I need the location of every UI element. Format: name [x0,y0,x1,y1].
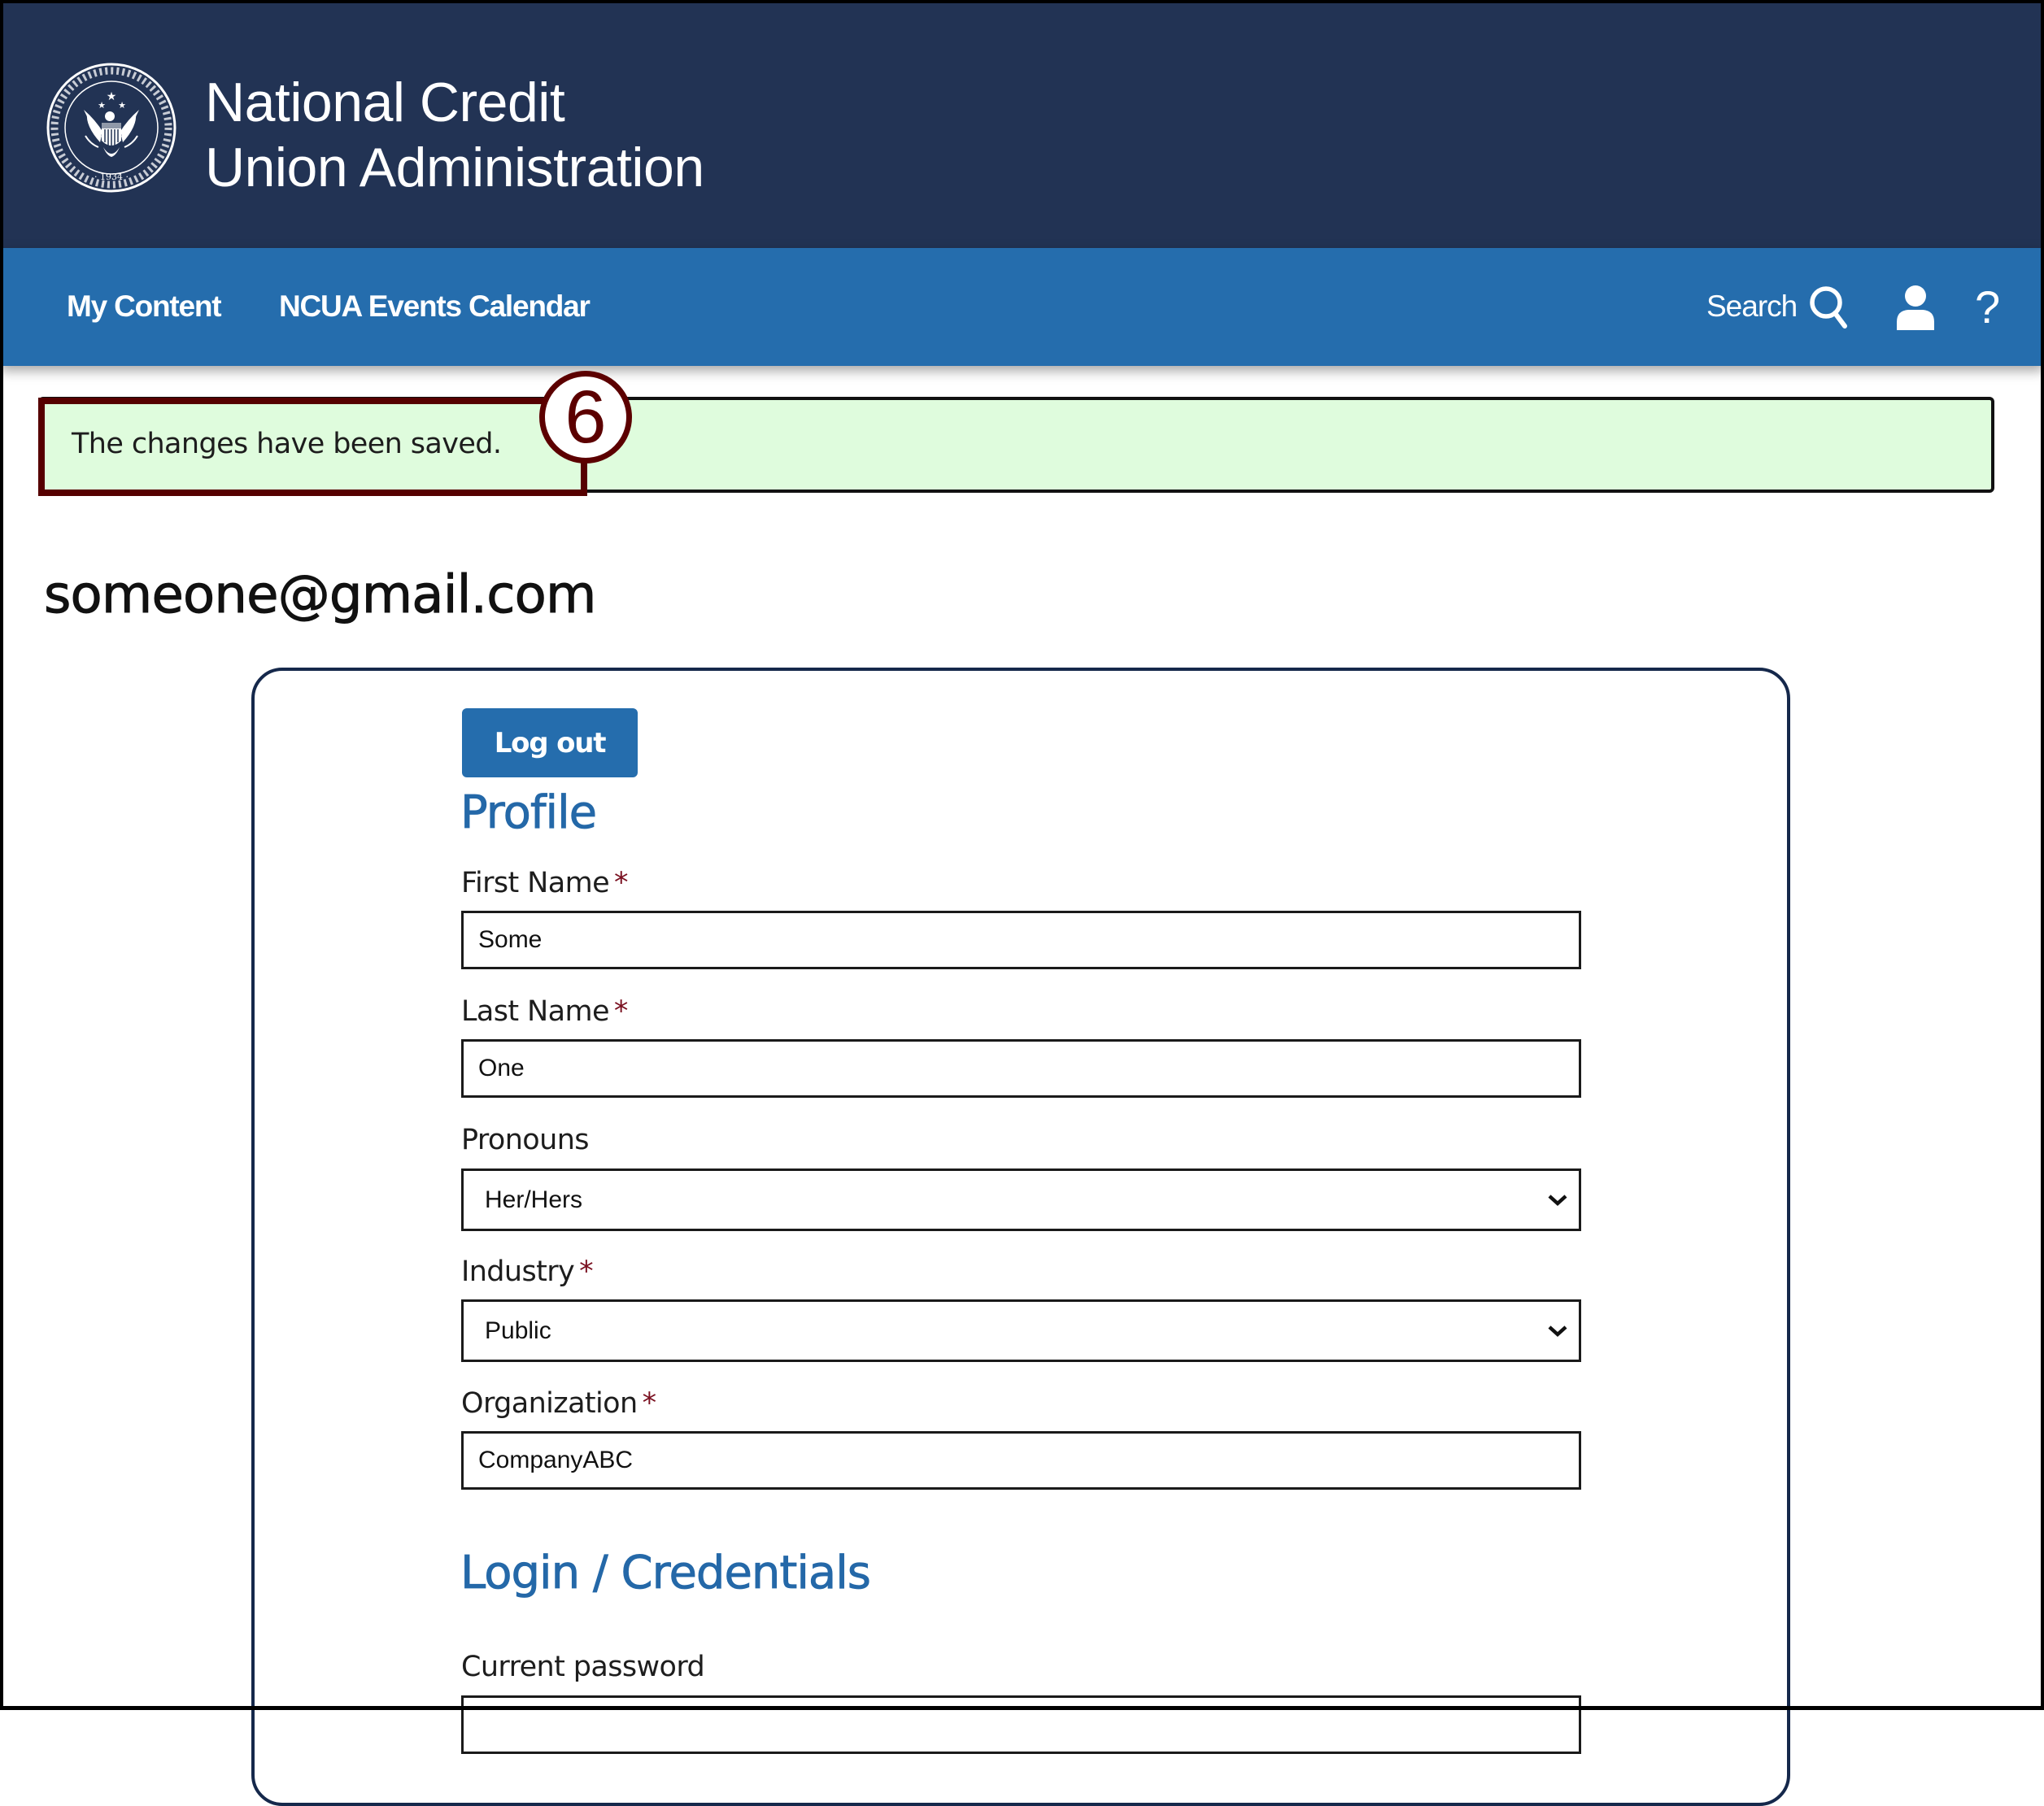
search-icon [1810,286,1848,329]
ncua-seal-logo[interactable]: ★ ★ ★ · 1934 · [45,61,178,194]
nav-events-calendar[interactable]: NCUA Events Calendar [279,286,591,327]
nav-my-content[interactable]: My Content [67,286,222,327]
site-title-line-1: National Credit [205,72,565,133]
current-password-input[interactable] [461,1695,1581,1754]
alert-message: The changes have been saved. [72,428,502,460]
pronouns-label-text: Pronouns [461,1124,590,1156]
user-icon[interactable] [1895,285,1936,332]
first-name-label-text: First Name [461,867,610,899]
chevron-down-icon [1548,1194,1567,1206]
required-marker: * [579,1255,594,1288]
organization-input[interactable] [461,1431,1581,1490]
main-nav: My Content NCUA Events Calendar Search ? [0,248,2044,366]
help-icon[interactable]: ? [1975,279,2000,336]
last-name-label: Last Name * [461,994,628,1029]
required-marker: * [613,995,629,1028]
site-title[interactable]: National Credit Union Administration [205,70,704,200]
current-password-label-text: Current password [461,1651,705,1683]
required-marker: * [642,1387,657,1420]
search-label: Search [1706,289,1798,323]
first-name-input[interactable] [461,911,1581,969]
login-credentials-section-title: Login / Credentials [460,1547,872,1600]
svg-text:★: ★ [107,89,117,102]
current-password-label: Current password [461,1649,705,1685]
svg-text:· 1934 ·: · 1934 · [94,172,129,182]
pronouns-label: Pronouns [461,1122,590,1158]
organization-label-text: Organization [461,1387,638,1420]
last-name-input[interactable] [461,1039,1581,1098]
industry-label: Industry * [461,1254,594,1290]
chevron-down-icon [1548,1325,1567,1337]
organization-label: Organization * [461,1386,656,1421]
required-marker: * [614,867,629,899]
pronouns-selected-value: Her/Hers [485,1186,583,1213]
industry-label-text: Industry [461,1255,575,1288]
logout-button[interactable]: Log out [462,708,638,777]
svg-text:★: ★ [98,101,106,111]
account-email-heading: someone@gmail.com [44,565,597,626]
annotation-step-badge: 6 [539,371,632,463]
industry-selected-value: Public [485,1316,551,1344]
site-header: ★ ★ ★ · 1934 · National Credit Union Adm… [0,0,2044,248]
profile-section-title: Profile [460,786,598,840]
pronouns-select[interactable]: Her/Hers [461,1168,1581,1231]
first-name-label: First Name * [461,865,629,901]
search-button[interactable]: Search [1706,282,1849,331]
industry-select[interactable]: Public [461,1299,1581,1362]
svg-text:★: ★ [118,101,126,111]
site-title-line-2: Union Administration [205,137,704,198]
last-name-label-text: Last Name [461,995,609,1028]
